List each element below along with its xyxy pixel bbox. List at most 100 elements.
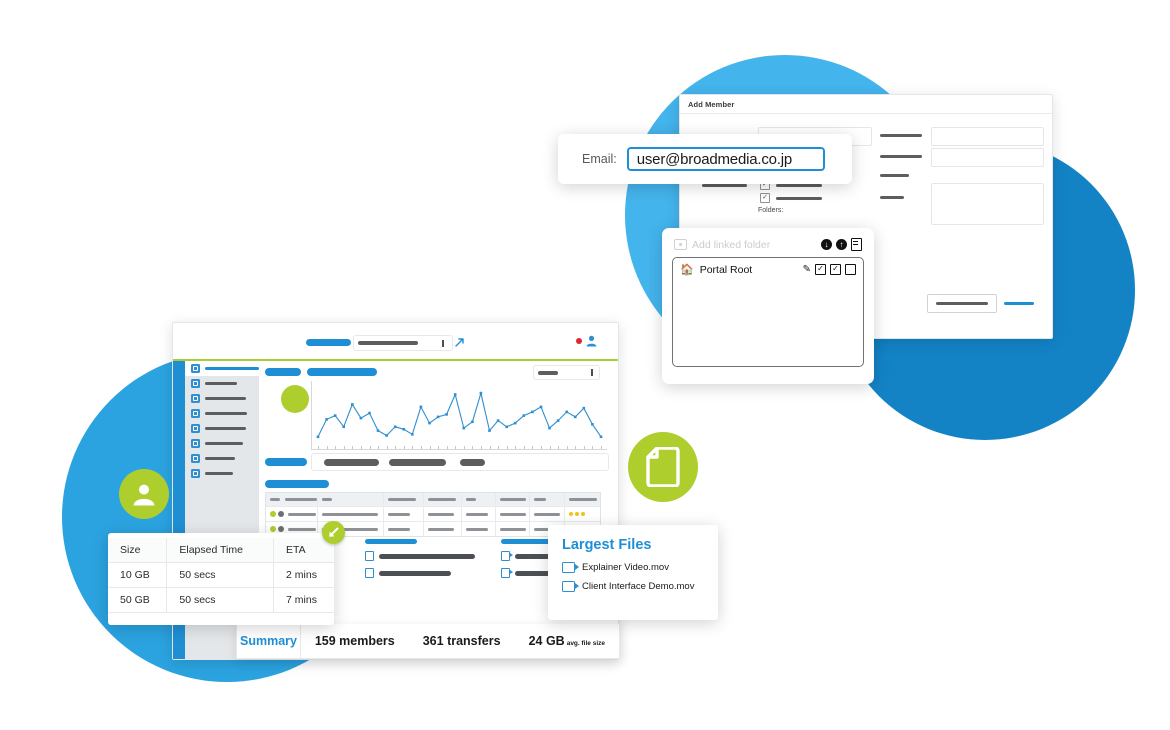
search-text-placeholder [358,341,418,345]
sidebar-item-label [205,442,243,445]
reports-icon [191,394,200,403]
sidebar-item-label [205,397,246,400]
stat-transfers: 361 transfers [422,634,501,648]
folder-tree: 🏠 Portal Root ✎ ✓ ✓ [672,257,864,367]
largest-file-name: Client Interface Demo.mov [582,581,695,592]
filter-chip[interactable] [460,459,485,466]
sidebar-item-info[interactable] [185,466,259,481]
breadcrumb-placeholder [307,368,377,376]
cell-elapsed-time: 50 secs [166,587,274,613]
stat-avg-file-size-note: avg. file size [566,640,605,647]
document-icon [646,447,680,487]
topbar-action-pill[interactable] [306,339,351,346]
table-header-row: Size Elapsed Time ETA [108,538,334,563]
transfers-line-chart [311,381,607,450]
table-header-row [266,493,600,506]
illustration-stage: Add Member Folders: Emai [0,0,1170,730]
linked-folder-toolbar: ↓ ↑ [821,238,862,251]
add-member-title: Add Member [680,95,1052,114]
add-folder-icon[interactable] [674,239,687,250]
secondary-link-placeholder[interactable] [1004,302,1034,305]
tab-summary[interactable]: Summary [237,634,300,648]
table-row[interactable]: 50 GB 50 secs 7 mins [108,587,334,613]
filter-caret [591,369,593,376]
stat-avg-file-size: 24 GB avg. file size [515,634,619,648]
document-badge [628,432,698,502]
list-item[interactable] [365,551,475,561]
filter-chip[interactable] [389,459,446,466]
largest-file-item[interactable]: Client Interface Demo.mov [562,581,718,592]
option-label-placeholder [776,184,822,187]
transfers-icon [191,379,200,388]
sidebar-item-dashboard[interactable] [185,361,259,376]
field-textarea-placeholder[interactable] [931,183,1044,225]
field-label-placeholder [880,155,922,158]
video-icon [501,551,513,561]
filter-chip[interactable] [324,459,379,466]
edit-pencil-icon[interactable]: ✎ [803,264,811,275]
user-avatar-icon [133,484,155,506]
chart-filter-input[interactable] [533,365,600,380]
filter-text-placeholder [538,371,558,375]
sidebar-item-groups[interactable] [185,451,259,466]
chart-x-ticks [312,446,607,450]
sidebar-item-label [205,382,237,385]
linked-folder-header: Add linked folder ↓ ↑ [662,228,874,251]
column-header-size: Size [108,538,167,563]
sidebar-item-keys[interactable] [185,421,259,436]
stat-members: 159 members [314,634,395,648]
sidebar-item-label [205,367,259,370]
field-input-placeholder[interactable] [931,127,1044,146]
sidebar-item-transfers[interactable] [185,376,259,391]
email-label: Email: [582,152,617,166]
sidebar-item-label [205,412,247,415]
transfer-estimates-table: Size Elapsed Time ETA 10 GB 50 secs 2 mi… [108,533,334,625]
avatar-badge [119,469,169,519]
recent-files-list [365,539,475,578]
table-row[interactable] [266,506,600,521]
summary-bar: Summary 159 members 361 transfers 24 GB a… [236,624,620,659]
list-item[interactable] [365,568,475,578]
video-icon [501,568,513,578]
primary-button-placeholder[interactable] [927,294,997,313]
download-badge [322,521,345,544]
option-checkbox[interactable] [760,193,770,203]
download-arrow-icon [329,527,339,537]
email-input[interactable]: user@broadmedia.co.jp [626,147,825,171]
table-title-placeholder [265,480,329,488]
linked-folder-card: Add linked folder ↓ ↑ 🏠 Portal Root ✎ ✓ … [662,228,874,384]
files-icon [191,409,200,418]
sidebar-item-files[interactable] [185,406,259,421]
largest-file-item[interactable]: Explainer Video.mov [562,562,718,573]
folders-label: Folders: [758,207,784,214]
filter-label-placeholder [265,458,307,466]
expand-arrow-icon[interactable] [454,337,465,348]
home-icon: 🏠 [680,264,694,276]
file-icon [365,551,374,561]
option-label-placeholder [776,197,822,200]
add-linked-folder-label[interactable]: Add linked folder [692,239,821,251]
table-row[interactable]: 10 GB 50 secs 2 mins [108,562,334,588]
folder-tree-row[interactable]: 🏠 Portal Root ✎ ✓ ✓ [673,258,863,276]
field-label-placeholder [880,174,909,177]
field-input-placeholder[interactable] [931,148,1044,167]
new-file-icon[interactable] [851,238,862,251]
video-icon [562,581,579,592]
sidebar-item-users[interactable] [185,436,259,451]
user-icon[interactable] [586,335,597,347]
sidebar-item-reports[interactable] [185,391,259,406]
info-icon [191,469,200,478]
section-title-placeholder [265,368,301,376]
sidebar-item-label [205,472,233,475]
permission-checkbox-write[interactable]: ✓ [830,264,841,275]
status-dot-badge [281,385,309,413]
column-header-elapsed-time: Elapsed Time [166,538,274,563]
permission-checkbox-read[interactable]: ✓ [815,264,826,275]
search-input[interactable] [353,335,453,351]
upload-icon[interactable]: ↑ [836,239,847,250]
notification-dot[interactable] [576,338,582,344]
estimates-table: Size Elapsed Time ETA 10 GB 50 secs 2 mi… [108,538,334,613]
filter-strip[interactable] [311,453,609,471]
permission-checkbox-delete[interactable] [845,264,856,275]
download-icon[interactable]: ↓ [821,239,832,250]
